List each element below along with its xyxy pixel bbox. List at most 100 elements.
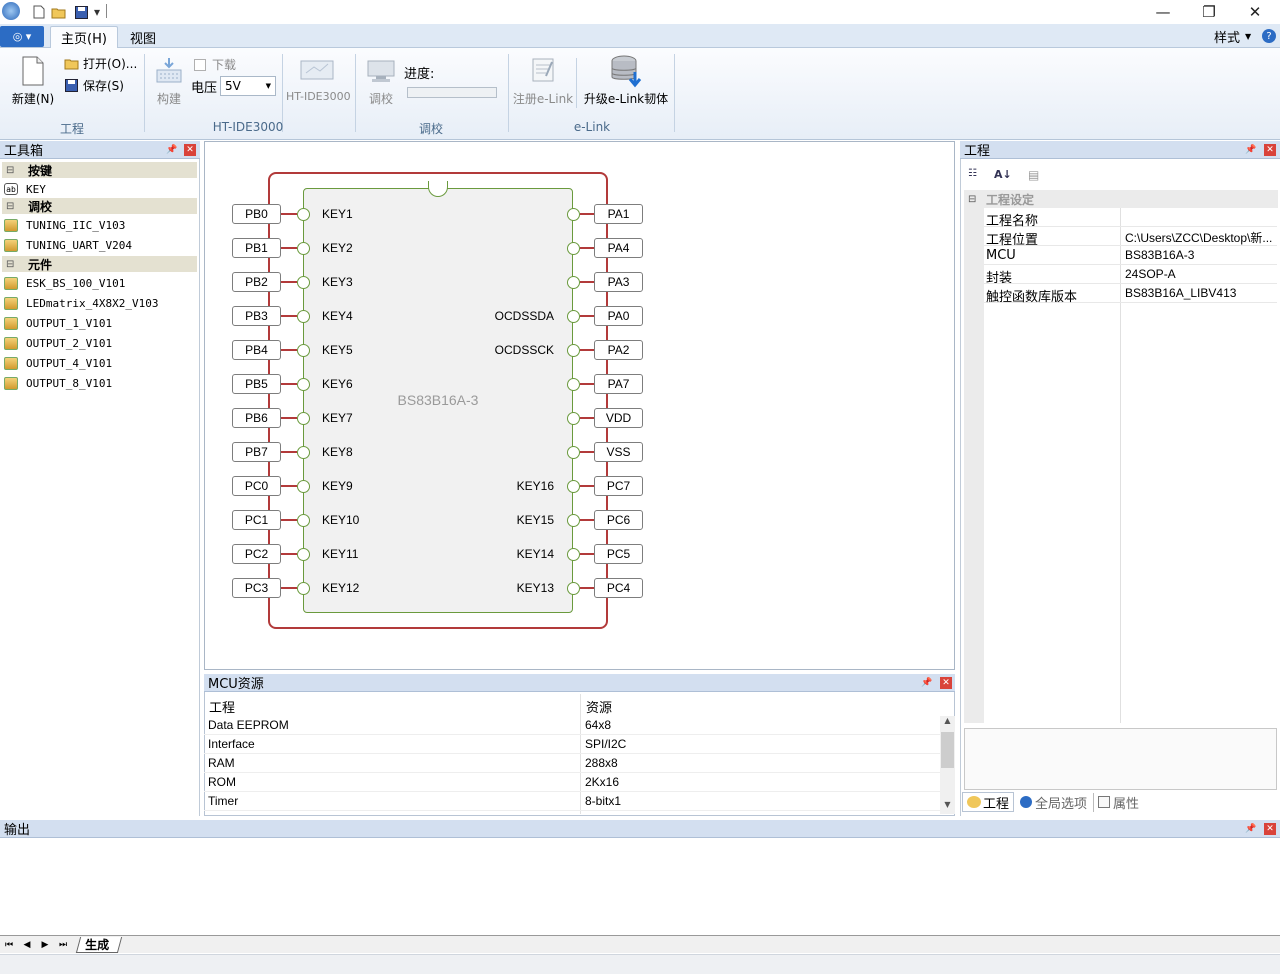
save-icon[interactable] [72,3,90,21]
left-pin-circle[interactable] [297,378,310,391]
right-pin-circle[interactable] [567,514,580,527]
left-pin-circle[interactable] [297,480,310,493]
property-value[interactable]: BS83B16A-3 [1125,248,1194,262]
right-pin-label[interactable]: VDD [594,408,643,428]
qa-customize-dropdown[interactable]: ▾ [92,3,102,21]
tab-view[interactable]: 视图 [120,26,166,48]
table-row[interactable]: ROM 2Kx16 [204,773,940,792]
table-row[interactable]: Timer 8-bitx1 [204,792,940,811]
right-pin-circle[interactable] [567,208,580,221]
tab-home[interactable]: 主页(H) [50,26,118,48]
right-pin-circle[interactable] [567,242,580,255]
right-pin-circle[interactable] [567,310,580,323]
pin-icon[interactable]: 📌 [1245,144,1257,156]
app-menu-button[interactable]: ◎ ▾ [0,26,44,47]
table-row[interactable]: Data EEPROM 64x8 [204,716,940,735]
toolbox-item[interactable]: ESK_BS_100_V101 [4,274,125,292]
download-checkbox[interactable]: 下载 [194,56,236,73]
save-button[interactable]: 保存(S) [65,77,124,94]
pin-icon[interactable]: 📌 [921,677,933,689]
right-pin-circle[interactable] [567,378,580,391]
open-button[interactable]: 打开(O)... [64,55,137,72]
toolbox-item[interactable]: OUTPUT_4_V101 [4,354,112,372]
pin-icon[interactable]: 📌 [1245,823,1257,835]
tune-button[interactable]: 调校 [362,58,400,108]
scrollbar-thumb[interactable] [941,732,954,768]
property-row[interactable]: 封装 24SOP-A [984,265,1277,286]
left-pin-circle[interactable] [297,514,310,527]
left-pin-circle[interactable] [297,276,310,289]
left-pin-label[interactable]: PB5 [232,374,281,394]
left-pin-label[interactable]: PC1 [232,510,281,530]
toolbox-item[interactable]: OUTPUT_8_V101 [4,374,112,392]
left-pin-label[interactable]: PB4 [232,340,281,360]
minimize-button[interactable]: — [1140,0,1186,24]
left-pin-circle[interactable] [297,582,310,595]
collapse-icon[interactable]: ⊟ [6,201,20,212]
right-pin-circle[interactable] [567,344,580,357]
collapse-icon[interactable]: ⊟ [968,194,980,205]
right-pin-label[interactable]: PA1 [594,204,643,224]
close-icon[interactable]: ✕ [1264,823,1276,835]
scroll-down-icon[interactable]: ▼ [940,800,955,814]
restore-button[interactable]: ❐ [1186,0,1232,24]
property-value[interactable]: C:\Users\ZCC\Desktop\新... [1125,229,1272,246]
close-icon[interactable]: ✕ [184,144,196,156]
toolbox-item[interactable]: LEDmatrix_4X8X2_V103 [4,294,158,312]
right-pin-label[interactable]: PA7 [594,374,643,394]
left-pin-label[interactable]: PB3 [232,306,281,326]
tab-build-output[interactable]: 生成 [75,936,123,953]
resource-col-header-project[interactable]: 工程 [209,697,235,716]
property-value[interactable]: BS83B16A_LIBV413 [1125,286,1236,300]
right-pin-label[interactable]: PC5 [594,544,643,564]
left-pin-circle[interactable] [297,344,310,357]
left-pin-label[interactable]: PB7 [232,442,281,462]
right-pin-circle[interactable] [567,582,580,595]
right-pin-circle[interactable] [567,412,580,425]
left-pin-label[interactable]: PC0 [232,476,281,496]
right-pin-label[interactable]: VSS [594,442,643,462]
tab-properties[interactable]: 属性 [1093,792,1143,812]
close-button[interactable]: ✕ [1232,0,1278,24]
left-pin-label[interactable]: PB0 [232,204,281,224]
toolbox-category[interactable]: ⊟ 按键 [2,162,197,178]
right-pin-label[interactable]: PC6 [594,510,643,530]
new-button[interactable]: 新建(N) [10,56,56,108]
left-pin-label[interactable]: PB6 [232,408,281,428]
last-tab-icon[interactable]: ⏭ [54,940,72,950]
prev-tab-icon[interactable]: ◀ [18,940,36,950]
collapse-icon[interactable]: ⊟ [6,165,20,176]
close-icon[interactable]: ✕ [940,677,952,689]
voltage-select[interactable]: 5V ▼ [220,76,276,96]
left-pin-circle[interactable] [297,310,310,323]
property-value[interactable]: 24SOP-A [1125,267,1176,281]
tab-global-options[interactable]: 全局选项 [1014,793,1093,812]
property-row[interactable]: 工程名称 [984,208,1277,229]
first-tab-icon[interactable]: ⏮ [0,940,18,950]
toolbox-category[interactable]: ⊟ 元件 [2,256,197,272]
close-icon[interactable]: ✕ [1264,144,1276,156]
right-pin-circle[interactable] [567,480,580,493]
property-row[interactable]: 工程位置 C:\Users\ZCC\Desktop\新... [984,227,1277,248]
resource-scrollbar[interactable]: ▲ ▼ [940,716,955,814]
left-pin-circle[interactable] [297,242,310,255]
ht-ide3000-button[interactable]: HT-IDE3000 [286,58,351,108]
left-pin-circle[interactable] [297,446,310,459]
tab-project[interactable]: 工程 [962,792,1015,812]
right-pin-label[interactable]: PC4 [594,578,643,598]
categorized-icon[interactable]: ☷ [968,168,986,184]
right-pin-label[interactable]: PC7 [594,476,643,496]
right-pin-circle[interactable] [567,446,580,459]
left-pin-label[interactable]: PC2 [232,544,281,564]
right-pin-label[interactable]: PA4 [594,238,643,258]
left-pin-label[interactable]: PC3 [232,578,281,598]
right-pin-circle[interactable] [567,548,580,561]
upgrade-firmware-button[interactable]: 升级e-Link韧体 [580,54,672,108]
sort-alpha-icon[interactable]: A↓ [994,168,1014,184]
toolbox-item[interactable]: ab KEY [4,180,46,198]
right-pin-label[interactable]: PA0 [594,306,643,326]
property-row[interactable]: MCU BS83B16A-3 [984,246,1277,265]
table-row[interactable]: RAM 288x8 [204,754,940,773]
left-pin-circle[interactable] [297,412,310,425]
toolbox-category[interactable]: ⊟ 调校 [2,198,197,214]
